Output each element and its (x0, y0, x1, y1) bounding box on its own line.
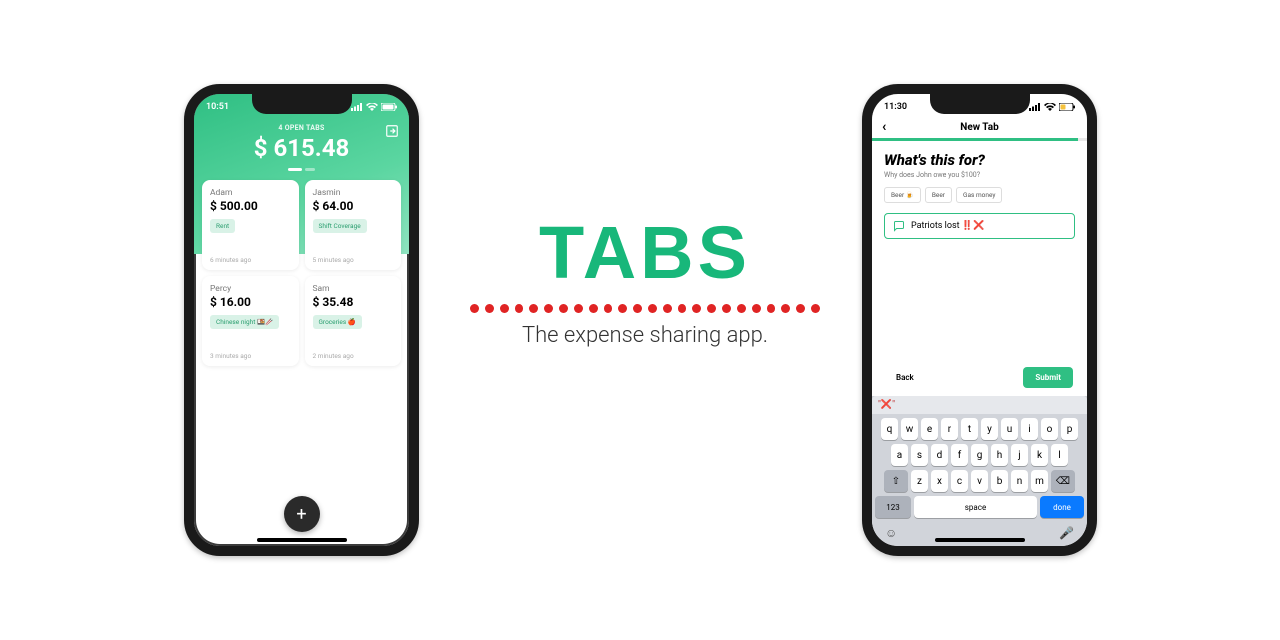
keyboard-key[interactable]: u (1001, 418, 1018, 440)
plus-icon: + (296, 504, 306, 525)
pager-dots[interactable] (194, 168, 409, 171)
battery-icon (381, 103, 397, 111)
mic-icon[interactable]: 🎤 (1059, 526, 1074, 540)
phone-mockup-overview: 10:51 4 OPEN TABS $ 615.48 Adam $ 500.00… (184, 84, 419, 556)
keyboard-key[interactable]: c (951, 470, 968, 492)
keyboard-key[interactable]: i (1021, 418, 1038, 440)
keyboard-key[interactable]: w (901, 418, 918, 440)
keyboard-key[interactable]: p (1061, 418, 1078, 440)
tab-card-tag: Chinese night 🍱🥢 (210, 315, 279, 329)
tab-card-time: 2 minutes ago (313, 352, 354, 360)
keyboard-suggestion[interactable]: "❌" (872, 396, 1087, 414)
tab-card-tag: Groceries 🍎 (313, 315, 362, 329)
tab-card[interactable]: Adam $ 500.00 Rent 6 minutes ago (202, 180, 299, 270)
battery-icon (1059, 103, 1075, 111)
back-chevron-icon[interactable]: ‹ (882, 119, 886, 135)
tab-card-tag: Rent (210, 219, 235, 233)
tab-card-amount: $ 35.48 (313, 295, 394, 309)
tab-card[interactable]: Percy $ 16.00 Chinese night 🍱🥢 3 minutes… (202, 276, 299, 366)
keyboard-key[interactable]: n (1011, 470, 1028, 492)
tab-card-tag: Shift Coverage (313, 219, 367, 233)
status-time: 10:51 (206, 102, 229, 112)
tab-card-time: 5 minutes ago (313, 256, 354, 264)
suggestion-chip[interactable]: Beer (925, 187, 952, 203)
wifi-icon (1044, 103, 1056, 111)
status-bar: 10:51 (194, 96, 409, 118)
phone-mockup-new-tab: 11:30 ‹ New Tab What's this for? Why doe… (862, 84, 1097, 556)
keyboard-key[interactable]: r (941, 418, 958, 440)
tab-card-amount: $ 64.00 (313, 199, 394, 213)
tab-card-name: Jasmin (313, 188, 394, 198)
tab-card-name: Adam (210, 188, 291, 198)
keyboard-key[interactable]: v (971, 470, 988, 492)
keyboard-key[interactable]: b (991, 470, 1008, 492)
status-time: 11:30 (884, 102, 907, 112)
tab-card-name: Sam (313, 284, 394, 294)
keyboard-space-key[interactable]: space (914, 496, 1037, 518)
keyboard-key[interactable]: z (911, 470, 928, 492)
keyboard-key[interactable]: f (951, 444, 968, 466)
keyboard-key[interactable]: g (971, 444, 988, 466)
keyboard-key[interactable]: x (931, 470, 948, 492)
keyboard-numeric-key[interactable]: 123 (875, 496, 911, 518)
tab-card[interactable]: Sam $ 35.48 Groceries 🍎 2 minutes ago (305, 276, 402, 366)
export-icon[interactable] (385, 124, 399, 138)
keyboard-key[interactable]: q (881, 418, 898, 440)
chat-icon (893, 220, 905, 232)
ios-keyboard: "❌" qwertyuiop asdfghjkl ⇧zxcvbnm⌫ 123 s… (872, 396, 1087, 546)
tab-card-amount: $ 500.00 (210, 199, 291, 213)
wifi-icon (366, 103, 378, 111)
tab-card-time: 6 minutes ago (210, 256, 251, 264)
keyboard-key[interactable]: e (921, 418, 938, 440)
signal-icon (1029, 103, 1041, 111)
suggestion-chip[interactable]: Beer 🍺 (884, 187, 921, 203)
suggestion-chip[interactable]: Gas money (956, 187, 1002, 203)
submit-button[interactable]: Submit (1023, 367, 1073, 388)
signal-icon (351, 103, 363, 111)
keyboard-backspace-key[interactable]: ⌫ (1051, 470, 1075, 492)
keyboard-key[interactable]: d (931, 444, 948, 466)
form-heading: What's this for? (884, 151, 1075, 169)
open-tabs-label: 4 OPEN TABS (194, 124, 409, 132)
emoji-icon[interactable]: ☺ (885, 526, 897, 540)
tab-card-time: 3 minutes ago (210, 352, 251, 360)
keyboard-key[interactable]: y (981, 418, 998, 440)
reason-input[interactable]: Patriots lost ‼️❌ (884, 213, 1075, 239)
tab-card[interactable]: Jasmin $ 64.00 Shift Coverage 5 minutes … (305, 180, 402, 270)
decorative-dot-row (470, 304, 820, 313)
keyboard-key[interactable]: s (911, 444, 928, 466)
keyboard-key[interactable]: t (961, 418, 978, 440)
add-tab-button[interactable]: + (284, 496, 320, 532)
home-indicator[interactable] (257, 538, 347, 542)
total-amount: $ 615.48 (194, 134, 409, 162)
home-indicator[interactable] (935, 538, 1025, 542)
tagline-text: The expense sharing app. (470, 323, 820, 348)
tab-card-name: Percy (210, 284, 291, 294)
keyboard-key[interactable]: j (1011, 444, 1028, 466)
reason-input-value: Patriots lost ‼️❌ (911, 221, 984, 231)
screen-title: New Tab (960, 122, 998, 133)
keyboard-done-key[interactable]: done (1040, 496, 1084, 518)
back-button[interactable]: Back (886, 367, 924, 388)
brand-logo-text: TABS (470, 216, 820, 290)
keyboard-key[interactable]: k (1031, 444, 1048, 466)
keyboard-key[interactable]: l (1051, 444, 1068, 466)
status-bar: 11:30 (872, 96, 1087, 118)
form-subheading: Why does John owe you $100? (884, 171, 1075, 179)
keyboard-key[interactable]: h (991, 444, 1008, 466)
keyboard-key[interactable]: m (1031, 470, 1048, 492)
tab-card-amount: $ 16.00 (210, 295, 291, 309)
keyboard-key[interactable]: o (1041, 418, 1058, 440)
keyboard-shift-key[interactable]: ⇧ (884, 470, 908, 492)
keyboard-key[interactable]: a (891, 444, 908, 466)
